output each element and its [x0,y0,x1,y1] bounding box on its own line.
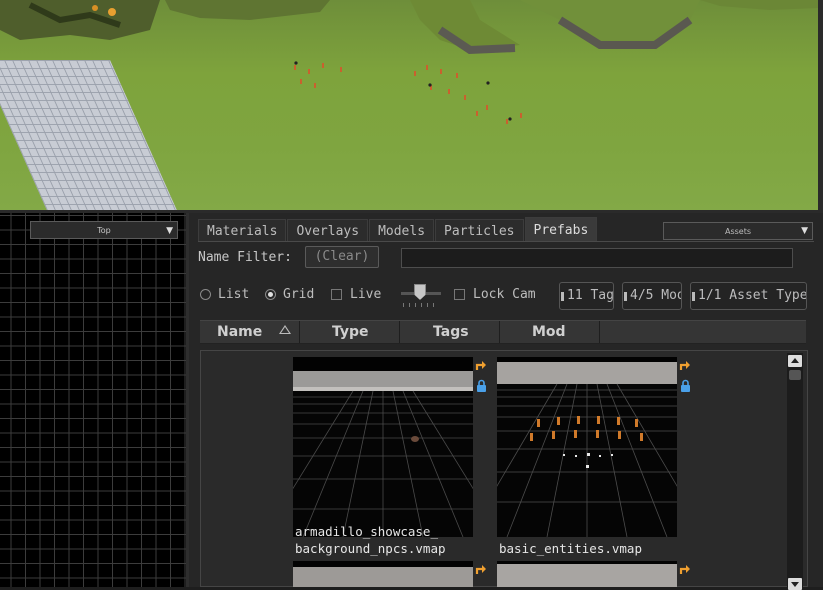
column-header: Name Type Tags Mod [200,320,806,344]
scroll-up-button[interactable] [788,355,802,367]
asset-types-filter-button[interactable]: 1/1 Asset Types [690,282,807,310]
asset-thumbnail[interactable] [497,561,677,587]
asset-thumbnail[interactable] [293,561,473,587]
grid-radio[interactable] [265,289,276,300]
perspective-viewport[interactable] [0,0,818,210]
lock-cam-label: Lock Cam [473,287,536,302]
sort-ascending-icon [279,325,291,334]
asset-types-filter-label: 1/1 Asset Types [698,288,807,303]
tags-filter-label: 11 Tags [567,288,614,303]
assets-dropdown-label: Assets [724,227,752,236]
live-label: Live [350,287,382,302]
chevron-down-icon: ▼ [166,226,173,236]
list-view-option[interactable]: List [200,287,249,302]
column-name[interactable]: Name [200,321,300,343]
chevron-down-icon: ▼ [801,226,808,236]
npc-figures [294,61,522,124]
grid-scrollbar[interactable] [787,353,803,590]
slider-ticks [403,303,439,307]
scroll-thumb[interactable] [789,370,801,380]
clear-filter-button[interactable]: (Clear) [305,246,379,268]
asset-tabs: Materials Overlays Models Particles Pref… [198,217,598,241]
asset-thumbnail[interactable] [497,357,677,537]
asset-name: basic_entities.vmap [499,541,642,556]
tab-underline [198,241,814,242]
asset-name: armadillo_showcase_ [295,524,438,539]
filter-marker-icon [624,292,627,301]
tags-filter-button[interactable]: 11 Tags [559,282,614,310]
tab-overlays[interactable]: Overlays [287,219,369,241]
list-label: List [218,287,250,302]
filter-marker-icon [692,292,695,301]
link-arrow-icon[interactable] [679,359,691,371]
live-option[interactable]: Live [331,287,381,302]
lock-icon [477,379,486,392]
floor-grid-preview [497,357,677,537]
column-tags[interactable]: Tags [400,321,500,343]
grid-view-option[interactable]: Grid [265,287,314,302]
tab-materials[interactable]: Materials [198,219,287,241]
tab-models[interactable]: Models [369,219,435,241]
link-arrow-icon[interactable] [679,563,691,575]
asset-name-continued: background_npcs.vmap [295,541,446,556]
lock-cam-checkbox[interactable] [454,289,465,300]
link-arrow-icon[interactable] [475,359,487,371]
name-filter-label: Name Filter: [198,250,292,265]
top-viewport[interactable]: Top ▼ [0,213,186,587]
list-radio[interactable] [200,289,211,300]
scroll-down-button[interactable] [788,578,802,590]
grid-floor-plane [0,60,182,210]
terrain-cliffs [0,0,818,55]
floor-grid-preview [293,357,473,537]
assets-dropdown[interactable]: Assets ▼ [663,222,813,240]
filter-marker-icon [561,292,564,301]
slider-thumb[interactable] [414,284,426,300]
tab-particles[interactable]: Particles [435,219,524,241]
viewport-edge [818,0,823,212]
live-checkbox[interactable] [331,289,342,300]
column-mod[interactable]: Mod [500,321,600,343]
column-name-label: Name [217,324,263,340]
lock-cam-option[interactable]: Lock Cam [454,287,536,302]
name-filter-input[interactable] [401,248,793,268]
asset-browser: Materials Overlays Models Particles Pref… [189,213,823,590]
mods-filter-button[interactable]: 4/5 Mods [622,282,682,310]
link-arrow-icon[interactable] [475,563,487,575]
tab-prefabs[interactable]: Prefabs [524,217,598,241]
grid-label: Grid [283,287,315,302]
view-mode-dropdown[interactable]: Top ▼ [30,221,178,239]
thumbnail-size-slider[interactable] [399,283,443,309]
lock-icon [681,379,690,392]
asset-thumbnail[interactable] [293,357,473,537]
mods-filter-label: 4/5 Mods [630,288,681,303]
view-mode-label: Top [97,226,111,235]
column-type[interactable]: Type [300,321,400,343]
